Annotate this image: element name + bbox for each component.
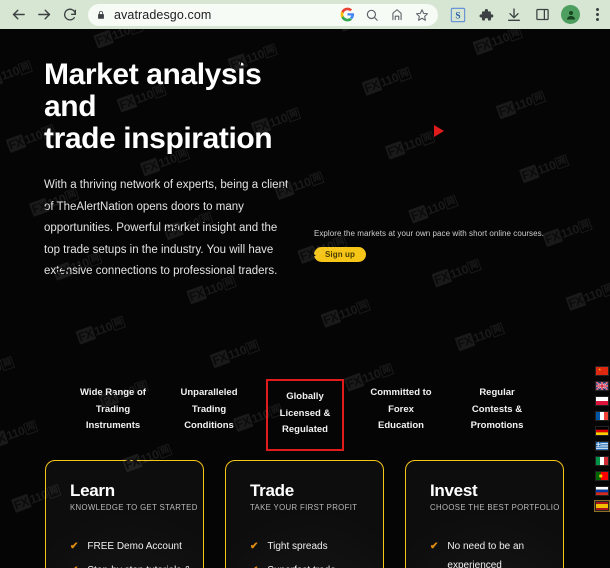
feature-line: Regulated: [282, 424, 328, 435]
reload-button[interactable]: [58, 3, 82, 27]
hero-title-line-3: trade inspiration: [44, 122, 273, 155]
flag-poland-icon[interactable]: [595, 396, 609, 406]
check-icon: ✔: [250, 561, 258, 568]
webpage-content: Market analysis and trade inspiration Wi…: [0, 29, 610, 568]
page-title: Market analysis and trade inspiration: [44, 59, 374, 155]
bookmark-star-icon[interactable]: [414, 7, 430, 23]
share-icon[interactable]: [389, 7, 405, 23]
side-panel-icon[interactable]: [533, 6, 551, 24]
offer-card-invest[interactable]: Invest CHOOSE THE BEST PORTFOLIO ✔ No need …: [405, 460, 564, 568]
sign-up-button[interactable]: Sign up: [314, 247, 367, 262]
watermark-tile: FX110网: [454, 304, 554, 352]
feature-line: Trading: [95, 403, 131, 415]
card-feature-list: ✔ FREE Demo Account ✔ Step-by step tutorial…: [70, 537, 203, 568]
feature-item-3[interactable]: Committed to Forex Education: [353, 379, 449, 451]
flag-france-icon[interactable]: [595, 411, 609, 421]
feature-item-0[interactable]: Wide Range of Trading Instruments: [65, 379, 161, 451]
feature-item-2[interactable]: Globally Licensed & Regulated: [266, 379, 344, 451]
feature-line: Committed to: [370, 387, 432, 398]
back-arrow-icon: [10, 6, 27, 23]
offer-card-learn[interactable]: Learn KNOWLEDGE TO GET STARTED ✔ FREE Demo …: [45, 460, 204, 568]
s-extension-icon[interactable]: S: [449, 6, 467, 24]
play-triangle-icon[interactable]: [434, 125, 444, 137]
flag-greece-icon[interactable]: [595, 441, 609, 451]
list-item-label: Superfast trade execution: [267, 561, 375, 568]
browser-toolbar: avatradesgo.com S: [0, 0, 610, 29]
feature-line: Licensed &: [279, 407, 331, 419]
extensions-puzzle-icon[interactable]: [477, 6, 495, 24]
hero-paragraph: With a thriving network of experts, bein…: [44, 179, 289, 277]
feature-line: Unparalleled: [180, 387, 238, 398]
watermark-tile: FX110网: [75, 297, 174, 345]
offer-card-trade[interactable]: Trade TAKE YOUR FIRST PROFIT ✔ Tight spread…: [225, 460, 384, 568]
check-icon: ✔: [250, 541, 259, 552]
feature-line: Promotions: [470, 420, 524, 431]
card-subtitle: TAKE YOUR FIRST PROFIT: [250, 503, 358, 512]
card-subtitle: CHOOSE THE BEST PORTFOLIO: [430, 503, 560, 512]
feature-line: Globally: [286, 391, 324, 402]
feature-line: Contests &: [471, 403, 523, 415]
list-item: ✔ No need to be an experienced: [430, 537, 555, 568]
flag-russia-icon[interactable]: [595, 486, 609, 496]
feature-item-1[interactable]: Unparalleled Trading Conditions: [161, 379, 257, 451]
hero-title-line-2: and: [44, 90, 97, 123]
feature-line: Education: [378, 420, 424, 431]
check-icon: ✔: [70, 561, 78, 568]
check-icon: ✔: [70, 541, 79, 552]
promo-text: Explore the markets at your own pace wit…: [314, 229, 544, 238]
promo-block: Explore the markets at your own pace wit…: [314, 229, 544, 262]
card-subtitle: KNOWLEDGE TO GET STARTED: [70, 503, 198, 512]
list-item-label: FREE Demo Account: [87, 541, 182, 552]
flag-italy-icon[interactable]: [595, 456, 609, 466]
downloads-icon[interactable]: [505, 6, 523, 24]
feature-item-4[interactable]: Regular Contests & Promotions: [449, 379, 545, 451]
card-feature-list: ✔ Tight spreads ✔ Superfast trade execution: [250, 537, 383, 568]
forward-arrow-icon: [36, 6, 53, 23]
flag-portugal-icon[interactable]: [595, 471, 609, 481]
list-item-label: Step-by step tutorials & articles: [87, 561, 195, 568]
flag-united-kingdom-icon[interactable]: [595, 381, 609, 391]
list-item-label: No need to be an experienced: [447, 541, 525, 568]
back-button[interactable]: [6, 3, 30, 27]
feature-line: Trading: [191, 403, 227, 415]
feature-line: Instruments: [85, 420, 141, 431]
list-item-label: Tight spreads: [267, 541, 328, 552]
flag-spain-icon[interactable]: [594, 500, 610, 512]
lock-icon: [96, 9, 106, 21]
hero-title-line-1: Market analysis: [44, 58, 262, 91]
google-g-icon[interactable]: [339, 7, 355, 23]
watermark-tile: FX110网: [0, 338, 63, 385]
check-icon: ✔: [430, 541, 439, 552]
language-flag-rail[interactable]: ★: [594, 366, 610, 512]
card-title: Trade: [250, 481, 294, 500]
card-title: Learn: [70, 481, 115, 500]
forward-button[interactable]: [32, 3, 56, 27]
profile-avatar-icon[interactable]: [561, 5, 580, 24]
chrome-menu-icon[interactable]: [590, 8, 604, 21]
search-icon[interactable]: [364, 7, 380, 23]
offer-cards: Learn KNOWLEDGE TO GET STARTED ✔ FREE Demo …: [45, 460, 564, 568]
svg-text:S: S: [455, 11, 460, 21]
watermark-tile: FX110网: [209, 321, 309, 369]
list-item: ✔ Tight spreads: [250, 537, 375, 556]
card-feature-list: ✔No need to be an experienced✔Large numb…: [430, 537, 563, 568]
feature-line: Conditions: [184, 420, 234, 431]
feature-line: Forex: [388, 403, 414, 415]
list-item: ✔ FREE Demo Account: [70, 537, 195, 556]
feature-strip: Wide Range of Trading Instruments Unparalle…: [0, 379, 610, 451]
reload-icon: [62, 7, 78, 23]
flag-germany-icon[interactable]: [595, 426, 609, 436]
url-text: avatradesgo.com: [114, 7, 212, 22]
address-bar[interactable]: avatradesgo.com: [88, 3, 438, 26]
feature-line: Regular: [479, 387, 515, 398]
card-title: Invest: [430, 481, 478, 500]
feature-line: Wide Range of: [80, 387, 146, 398]
flag-china-icon[interactable]: ★: [595, 366, 609, 376]
watermark-tile: FX110网: [320, 280, 419, 328]
list-item: ✔ Superfast trade execution: [250, 561, 375, 568]
list-item: ✔ Step-by step tutorials & articles: [70, 561, 195, 568]
